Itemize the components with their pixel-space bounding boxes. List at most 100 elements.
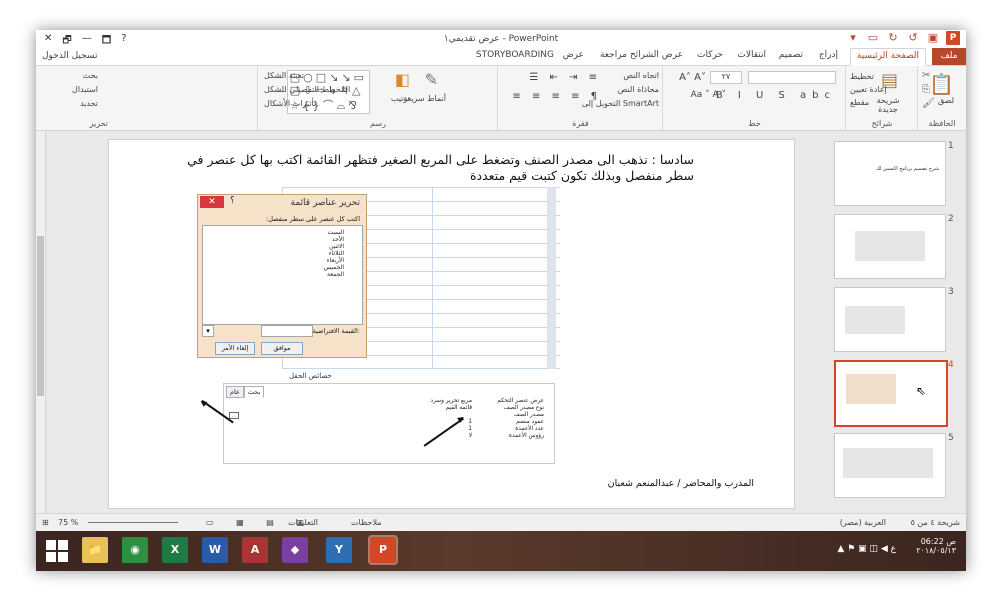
redo-icon[interactable]: ↻	[886, 31, 900, 45]
property-row[interactable]: نوع مصدر الصف قائمة القيم	[226, 405, 552, 411]
list-item: الخميس	[323, 264, 344, 271]
word-icon[interactable]: W	[202, 537, 228, 563]
bold-italic-underline-icon[interactable]: B I U S abc	[716, 90, 836, 101]
vertical-scrollbar[interactable]	[36, 131, 46, 513]
tab-lookup[interactable]: بحث	[243, 386, 265, 398]
quick-styles-icon[interactable]: ✎	[425, 70, 438, 89]
dialog-help-button[interactable]: ؟	[230, 196, 235, 206]
thumbnail-number: 1	[948, 141, 954, 151]
slide-footer-text[interactable]: المدرب والمحاضر / عبدالمنعم شعبان	[608, 478, 754, 489]
windows-start-icon[interactable]	[46, 540, 68, 562]
property-row[interactable]: عرض عنصر التحكم مربع تحرير وسرد	[226, 398, 552, 404]
slide-thumbnails-pane: 1 شرح تصميم برنامج اكسس لك 2 3 4 ⇖ 5	[830, 131, 966, 513]
excel-icon[interactable]: X	[162, 537, 188, 563]
section-button[interactable]: مقطع	[850, 98, 869, 107]
window-title: عرض تقديمي١ - PowerPoint	[443, 34, 559, 44]
slide-thumbnail-1[interactable]: شرح تصميم برنامج اكسس لك	[834, 141, 946, 206]
text-direction-button[interactable]: اتجاه النص	[623, 71, 659, 80]
tab-slideshow[interactable]: عرض الشرائح	[630, 50, 683, 60]
slide-instruction-text[interactable]: سادسا : نذهب الى مصدر الصنف وتضغط على ال…	[174, 152, 694, 184]
undo-icon[interactable]: ↺	[906, 31, 920, 45]
shape-effects-button[interactable]: تأثيرات الأشكال	[264, 99, 316, 108]
chrome-icon[interactable]: ◉	[122, 537, 148, 563]
start-presentation-icon[interactable]: ▭	[866, 31, 880, 45]
reset-button[interactable]: إعادة تعيين	[850, 85, 887, 94]
status-bar: شريحة ٤ من ٥ العربية (مصر) ملاحظات التعل…	[36, 513, 966, 532]
tab-transitions[interactable]: انتقالات	[737, 50, 766, 60]
slide-thumbnail-4[interactable]: ⇖	[834, 360, 948, 427]
language-indicator[interactable]: العربية (مصر)	[840, 518, 886, 527]
scrollbar-thumb[interactable]	[37, 236, 44, 396]
cut-icon[interactable]: ✂	[922, 70, 930, 81]
field-properties-caption: خصائص الحقل	[289, 372, 332, 380]
align-text-button[interactable]: محاذاة النص	[618, 85, 659, 94]
clock-date: ٢٠١٨/٠٥/١٣	[916, 546, 956, 555]
select-button[interactable]: تحديد	[80, 99, 98, 108]
view-buttons[interactable]: ▭ ▦ ▤ ▥	[206, 518, 314, 527]
replace-button[interactable]: استبدال	[72, 85, 98, 94]
editing-group-label: تحرير	[89, 119, 108, 128]
tab-home[interactable]: الصفحة الرئيسية	[849, 48, 926, 66]
zoom-slider[interactable]	[88, 522, 178, 523]
font-family-box[interactable]	[748, 71, 836, 84]
property-row[interactable]: عدد الأعمدة 1	[226, 426, 552, 432]
copy-icon[interactable]: ⎘	[922, 84, 930, 95]
cancel-button[interactable]: إلغاء الأمر	[215, 342, 255, 355]
tab-review[interactable]: مراجعة	[600, 50, 627, 60]
work-area: سادسا : نذهب الى مصدر الصنف وتضغط على ال…	[36, 131, 966, 513]
row-source-build-button[interactable]: ...	[229, 412, 239, 419]
paste-label[interactable]: لصق	[938, 96, 954, 105]
file-explorer-icon[interactable]: 📁	[82, 537, 108, 563]
find-button[interactable]: بحث	[83, 71, 98, 80]
list-items-textarea[interactable]: السبت الأحد الاثنين الثلاثاء الأربعاء ال…	[202, 225, 363, 325]
field-properties-panel: عام بحث عرض عنصر التحكم مربع تحرير وسرد ن…	[223, 383, 555, 464]
winrar-icon[interactable]: ◆	[282, 537, 308, 563]
slide-thumbnail-5[interactable]	[834, 433, 946, 498]
save-icon[interactable]: ▣	[926, 31, 940, 45]
tab-view[interactable]: عرض	[563, 50, 584, 60]
tab-storyboarding[interactable]: STORYBOARDING	[476, 50, 554, 60]
dialog-close-button[interactable]: ✕	[200, 196, 224, 208]
shape-outline-button[interactable]: المخطط التفصيلي للشكل	[264, 85, 350, 94]
format-painter-icon[interactable]: 🖌	[922, 98, 935, 109]
tab-insert[interactable]: إدراج	[819, 50, 838, 60]
access-icon[interactable]: A	[242, 537, 268, 563]
powerpoint-taskbar-icon[interactable]: P	[370, 537, 396, 563]
slide-thumbnail-2[interactable]	[834, 214, 946, 279]
font-color-icon[interactable]: Aa ˅ A ˅	[691, 90, 726, 100]
system-tray-icons[interactable]: ▲ ⚑ ▣ ◫ ◀ ع	[837, 544, 896, 554]
chevron-down-icon[interactable]: ▾	[202, 325, 214, 337]
default-value-input[interactable]	[261, 325, 313, 337]
property-row[interactable]: رؤوس الأعمدة لا	[226, 433, 552, 439]
property-tabs: عام بحث	[226, 386, 265, 398]
media-app-icon[interactable]: Y	[326, 537, 352, 563]
tab-general[interactable]: عام	[226, 386, 244, 398]
quick-styles-button[interactable]: أنماط سريعة	[403, 94, 446, 103]
property-row[interactable]: عمود منضم 1	[226, 419, 552, 425]
drawing-group: □○□↘↘▭ □⇩⇨↳↰△ ☆{}⌒⌓⅋ ◧ ترتيب ✎ أنماط سريعة…	[257, 66, 498, 130]
smartart-button[interactable]: التحويل إلى SmartArt	[582, 99, 659, 108]
tab-design[interactable]: تصميم	[779, 50, 803, 60]
clock[interactable]: 06:22 ص ٢٠١٨/٠٥/١٣	[916, 537, 956, 555]
windows-taskbar: 📁 ◉ X W A ◆ Y P ▲ ⚑ ▣ ◫ ◀ ع 06:22 ص ٢٠١٨…	[36, 531, 966, 571]
fit-slide-icon[interactable]: ⊞	[42, 518, 49, 527]
shape-fill-button[interactable]: تعبئة الشكل	[264, 71, 304, 80]
notes-button[interactable]: ملاحظات	[351, 518, 382, 527]
slide-canvas[interactable]: سادسا : نذهب الى مصدر الصنف وتضغط على ال…	[108, 139, 795, 509]
layout-button[interactable]: تخطيط	[850, 72, 874, 81]
slide-thumbnail-3[interactable]	[834, 287, 946, 352]
ok-button[interactable]: موافق	[261, 342, 303, 355]
property-row[interactable]: مصدر الصف...	[226, 412, 552, 419]
tab-animations[interactable]: حركات	[697, 50, 723, 60]
tab-file[interactable]: ملف	[932, 48, 966, 65]
zoom-level[interactable]: 75 %	[58, 518, 78, 527]
font-size-box[interactable]: ٢٧	[710, 71, 742, 84]
list-item: الثلاثاء	[328, 250, 344, 257]
list-indent-icons[interactable]: ☰ ⇤ ⇥ ≡	[529, 72, 601, 83]
grow-shrink-font-icon[interactable]: A˄ A˅	[679, 72, 706, 83]
customize-qat-icon[interactable]: ▾	[846, 31, 860, 45]
arrange-icon[interactable]: ◧	[395, 70, 410, 89]
sign-in-link[interactable]: تسجيل الدخول	[42, 51, 97, 61]
new-slide-label[interactable]: شريحة جديدة	[868, 96, 908, 114]
paste-icon[interactable]: 📋	[929, 72, 954, 96]
